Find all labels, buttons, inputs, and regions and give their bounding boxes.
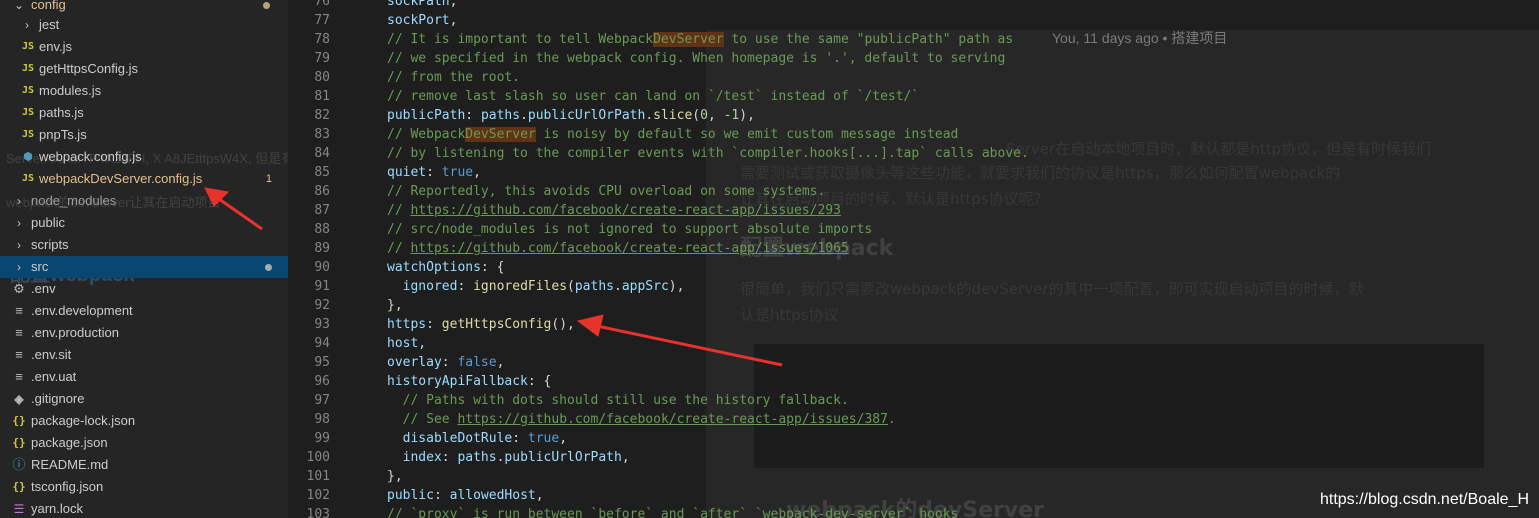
arrow-to-devserver-file <box>204 187 263 231</box>
watermark-text: https://blog.csdn.net/Boale_H <box>1319 491 1529 508</box>
annotation-arrows <box>204 187 783 367</box>
arrow-to-https-line <box>576 314 783 367</box>
